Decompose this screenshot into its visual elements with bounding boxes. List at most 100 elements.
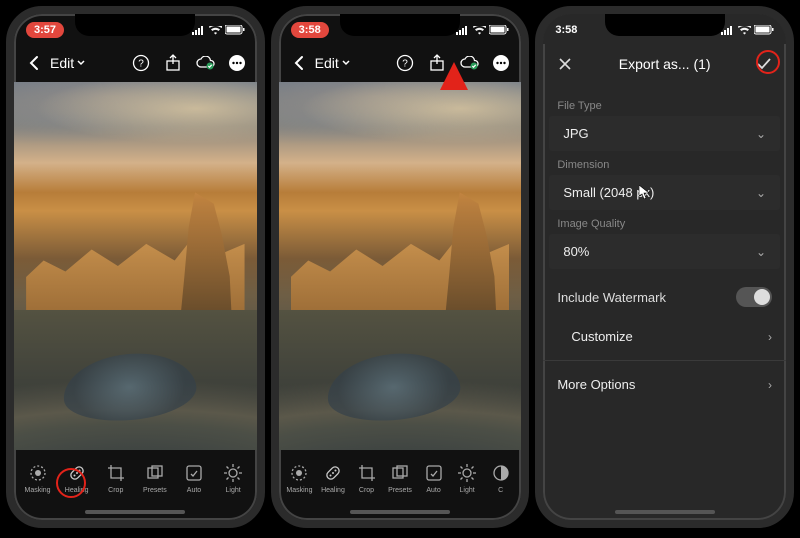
tool-label: Auto bbox=[426, 487, 440, 494]
tool-masking[interactable]: Masking bbox=[21, 462, 55, 494]
tool-healing[interactable]: Healing bbox=[60, 462, 94, 494]
label-file-type: File Type bbox=[543, 92, 786, 116]
chevron-right-icon: › bbox=[768, 330, 772, 344]
cloud-sync-icon[interactable] bbox=[195, 53, 215, 73]
phone-screen-1: 3:57 Edit ? Masking Healing Cr bbox=[6, 6, 265, 528]
chevron-down-icon bbox=[342, 60, 350, 66]
file-type-value: JPG bbox=[563, 126, 588, 141]
tool-presets[interactable]: Presets bbox=[383, 462, 417, 494]
select-dimension[interactable]: Small (2048 px) ⌄ bbox=[549, 175, 780, 210]
share-icon[interactable] bbox=[163, 53, 183, 73]
cloud-sync-icon[interactable] bbox=[459, 53, 479, 73]
edit-dropdown[interactable]: Edit bbox=[315, 55, 350, 71]
tool-healing[interactable]: Healing bbox=[316, 462, 350, 494]
photo-canvas[interactable] bbox=[279, 82, 522, 450]
quality-value: 80% bbox=[563, 244, 589, 259]
watermark-label: Include Watermark bbox=[557, 290, 666, 305]
tool-label: Masking bbox=[286, 487, 312, 494]
tool-label: Light bbox=[460, 487, 475, 494]
tool-label: Masking bbox=[25, 487, 51, 494]
tool-crop[interactable]: Crop bbox=[99, 462, 133, 494]
healing-icon bbox=[66, 462, 88, 484]
customize-label: Customize bbox=[571, 329, 632, 344]
tool-auto[interactable]: Auto bbox=[417, 462, 451, 494]
edit-label: Edit bbox=[50, 55, 74, 71]
masking-icon bbox=[288, 462, 310, 484]
nav-bar: Edit ? bbox=[279, 44, 522, 82]
edit-dropdown[interactable]: Edit bbox=[50, 55, 85, 71]
chevron-down-icon: ⌄ bbox=[756, 127, 766, 141]
tool-label: Healing bbox=[65, 487, 89, 494]
phone-screen-3: 3:58 Export as... (1) File Type JPG ⌄ Di… bbox=[535, 6, 794, 528]
home-indicator bbox=[615, 510, 715, 514]
chevron-down-icon bbox=[77, 60, 85, 66]
watermark-toggle[interactable] bbox=[736, 287, 772, 307]
status-time: 3:57 bbox=[26, 22, 64, 38]
tool-label: Auto bbox=[187, 487, 201, 494]
auto-icon bbox=[183, 462, 205, 484]
chevron-down-icon: ⌄ bbox=[756, 245, 766, 259]
color-icon bbox=[490, 462, 512, 484]
crop-icon bbox=[105, 462, 127, 484]
home-indicator bbox=[350, 510, 450, 514]
tool-presets[interactable]: Presets bbox=[138, 462, 172, 494]
status-time: 3:58 bbox=[555, 24, 577, 36]
share-icon[interactable] bbox=[427, 53, 447, 73]
edit-label: Edit bbox=[315, 55, 339, 71]
tool-light[interactable]: Light bbox=[450, 462, 484, 494]
tool-bar: Masking Healing Crop Presets Auto Light … bbox=[279, 450, 522, 506]
phone-screen-2: 3:58 Edit ? Masking Healing Cr bbox=[271, 6, 530, 528]
tool-label: Light bbox=[226, 487, 241, 494]
tool-label: Presets bbox=[388, 487, 412, 494]
svg-text:?: ? bbox=[403, 59, 409, 70]
export-body: File Type JPG ⌄ Dimension Small (2048 px… bbox=[543, 84, 786, 506]
tool-light[interactable]: Light bbox=[216, 462, 250, 494]
select-quality[interactable]: 80% ⌄ bbox=[549, 234, 780, 269]
tool-bar: Masking Healing Crop Presets Auto Light bbox=[14, 450, 257, 506]
presets-icon bbox=[389, 462, 411, 484]
phone-notch bbox=[340, 14, 460, 36]
row-more-options[interactable]: More Options › bbox=[543, 367, 786, 402]
divider bbox=[543, 360, 786, 361]
tool-label: Presets bbox=[143, 487, 167, 494]
healing-icon bbox=[322, 462, 344, 484]
crop-icon bbox=[356, 462, 378, 484]
photo-canvas[interactable] bbox=[14, 82, 257, 450]
chevron-down-icon: ⌄ bbox=[756, 186, 766, 200]
phone-notch bbox=[75, 14, 195, 36]
tool-label: Crop bbox=[108, 487, 123, 494]
tool-color[interactable]: C bbox=[484, 462, 518, 494]
tool-masking[interactable]: Masking bbox=[283, 462, 317, 494]
presets-icon bbox=[144, 462, 166, 484]
light-icon bbox=[222, 462, 244, 484]
status-icons bbox=[456, 25, 509, 35]
back-button[interactable] bbox=[289, 53, 309, 73]
tool-auto[interactable]: Auto bbox=[177, 462, 211, 494]
help-icon[interactable]: ? bbox=[395, 53, 415, 73]
light-icon bbox=[456, 462, 478, 484]
more-icon[interactable] bbox=[227, 53, 247, 73]
home-indicator bbox=[85, 510, 185, 514]
label-quality: Image Quality bbox=[543, 210, 786, 234]
tool-label: C bbox=[498, 487, 503, 494]
dimension-value: Small (2048 px) bbox=[563, 185, 654, 200]
row-watermark: Include Watermark bbox=[543, 275, 786, 319]
status-icons bbox=[721, 25, 774, 35]
more-icon[interactable] bbox=[491, 53, 511, 73]
label-dimension: Dimension bbox=[543, 151, 786, 175]
tool-crop[interactable]: Crop bbox=[350, 462, 384, 494]
auto-icon bbox=[423, 462, 445, 484]
back-button[interactable] bbox=[24, 53, 44, 73]
svg-text:?: ? bbox=[138, 59, 144, 70]
phone-notch bbox=[605, 14, 725, 36]
confirm-button[interactable] bbox=[754, 54, 774, 74]
status-icons bbox=[192, 25, 245, 35]
status-time: 3:58 bbox=[291, 22, 329, 38]
help-icon[interactable]: ? bbox=[131, 53, 151, 73]
select-file-type[interactable]: JPG ⌄ bbox=[549, 116, 780, 151]
close-button[interactable] bbox=[555, 54, 575, 74]
tool-label: Healing bbox=[321, 487, 345, 494]
tool-label: Crop bbox=[359, 487, 374, 494]
row-customize[interactable]: Customize › bbox=[543, 319, 786, 354]
export-header: Export as... (1) bbox=[543, 44, 786, 84]
